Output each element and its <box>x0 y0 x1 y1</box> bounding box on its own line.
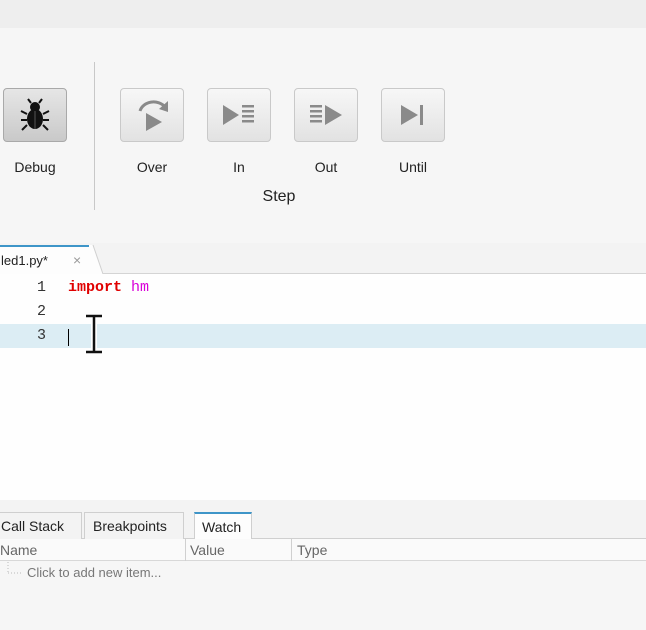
step-out-label: Out <box>314 159 338 175</box>
bug-icon <box>20 98 50 131</box>
editor-tab-label: led1.py* <box>1 253 48 268</box>
debug-panel-tabs: Call Stack Breakpoints Watch <box>0 500 646 540</box>
keyword-import: import <box>68 279 123 296</box>
window-top-strip <box>0 0 646 28</box>
column-type[interactable]: Type <box>297 542 327 558</box>
tab-call-stack[interactable]: Call Stack <box>0 512 82 539</box>
column-divider[interactable] <box>291 539 292 561</box>
step-until-label: Until <box>398 159 427 175</box>
debug-button[interactable] <box>3 88 67 142</box>
tab-label: Breakpoints <box>93 518 167 534</box>
tab-edge <box>89 244 103 274</box>
text-caret <box>68 329 69 346</box>
step-over-icon <box>138 100 168 131</box>
code-editor[interactable]: 1 import hm 2 3 <box>0 274 646 500</box>
tab-breakpoints[interactable]: Breakpoints <box>84 512 184 539</box>
add-watch-item-row[interactable]: Click to add new item... <box>0 562 646 584</box>
step-group-label: Step <box>262 188 296 205</box>
tree-connector-icon <box>7 562 22 574</box>
watch-panel: Name Value Type Click to add new item... <box>0 539 646 630</box>
step-until-button[interactable] <box>381 88 445 142</box>
close-icon[interactable]: × <box>73 252 81 268</box>
step-over-label: Over <box>136 159 168 175</box>
column-name[interactable]: Name <box>0 542 37 558</box>
step-over-button[interactable] <box>120 88 184 142</box>
step-in-button[interactable] <box>207 88 271 142</box>
line-number: 3 <box>36 327 46 344</box>
step-in-icon <box>223 105 254 125</box>
tab-label: Call Stack <box>1 518 65 534</box>
column-value[interactable]: Value <box>190 542 225 558</box>
step-out-icon <box>310 105 342 125</box>
ibeam-cursor-icon <box>84 314 104 354</box>
line-number: 1 <box>36 279 46 296</box>
line-number: 2 <box>36 303 46 320</box>
add-item-placeholder: Click to add new item... <box>27 565 162 580</box>
step-until-icon <box>401 105 423 125</box>
tab-label: Watch <box>202 519 242 535</box>
step-in-label: In <box>233 159 245 175</box>
step-out-button[interactable] <box>294 88 358 142</box>
tab-watch[interactable]: Watch <box>194 512 252 540</box>
debug-ribbon: Debug Over In Out Until Step <box>0 28 646 243</box>
column-divider[interactable] <box>185 539 186 561</box>
module-name: hm <box>131 279 150 296</box>
debug-label: Debug <box>14 159 56 175</box>
watch-table-header: Name Value Type <box>0 539 646 561</box>
editor-tab-file[interactable]: led1.py* × <box>0 245 90 275</box>
code-line: 1 import hm <box>0 276 646 300</box>
ribbon-divider <box>94 62 95 210</box>
